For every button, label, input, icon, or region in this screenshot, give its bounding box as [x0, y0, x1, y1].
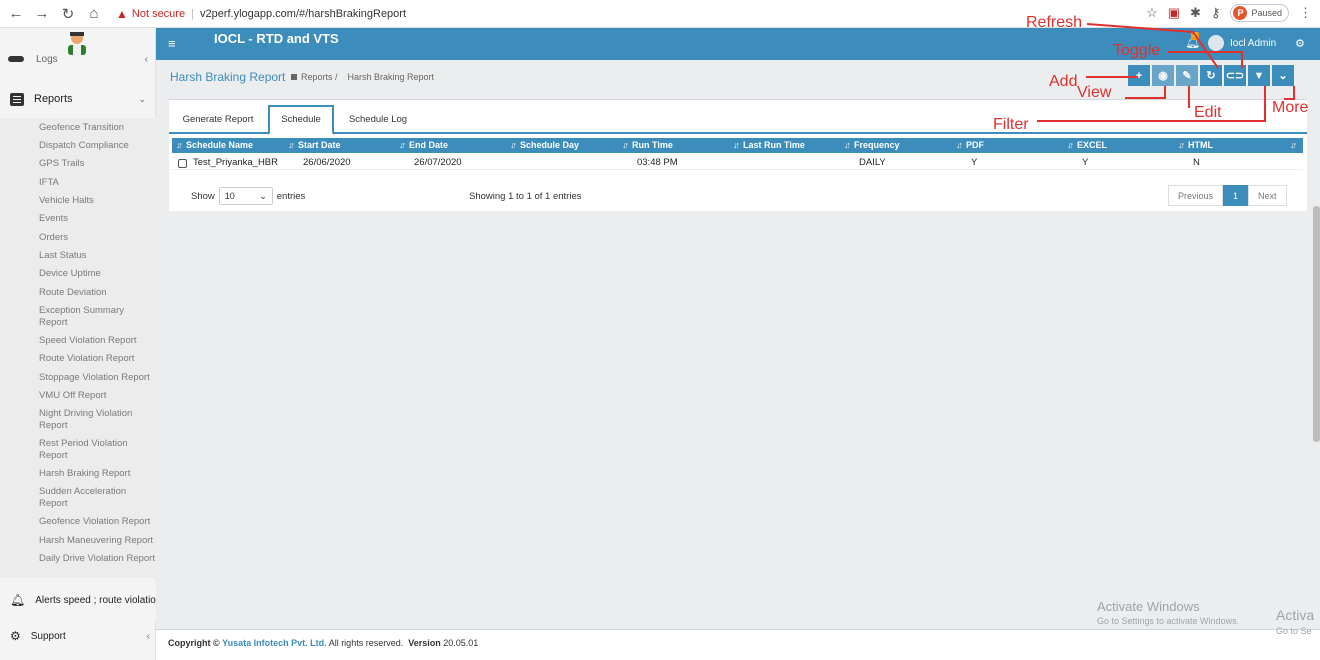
- version-label: Version: [408, 638, 441, 648]
- toggle-arrow-line: [1168, 51, 1243, 68]
- annotation-refresh: Refresh: [1026, 14, 1083, 31]
- annotation-view: View: [1077, 84, 1112, 101]
- company-link[interactable]: Yusata Infotech Pvt. Ltd.: [222, 638, 327, 648]
- annotation-lines: [1037, 23, 1295, 122]
- annotation-toggle: Toggle: [1113, 42, 1161, 59]
- watermark-subtitle-duplicate: Go to Se: [1276, 626, 1312, 636]
- annotation-add: Add: [1049, 73, 1078, 90]
- filter-arrow-line: [1037, 86, 1266, 122]
- app-footer: Copyright © Yusata Infotech Pvt. Ltd. Al…: [156, 629, 1320, 660]
- copyright-label: Copyright ©: [168, 638, 220, 648]
- annotation-filter: Filter: [993, 116, 1029, 133]
- rights-label: All rights reserved.: [328, 638, 404, 648]
- more-arrow-line: [1284, 86, 1295, 100]
- view-arrow-line: [1125, 86, 1166, 99]
- annotation-edit: Edit: [1194, 104, 1222, 121]
- version-value: 20.05.01: [443, 638, 479, 648]
- watermark-title: Activate Windows: [1097, 599, 1200, 614]
- watermark-subtitle: Go to Settings to activate Windows.: [1097, 616, 1240, 626]
- annotation-more: More: [1272, 99, 1309, 116]
- activate-windows-watermark: Activate Windows Go to Settings to activ…: [1097, 599, 1239, 626]
- watermark-title-duplicate: Activa: [1276, 607, 1315, 623]
